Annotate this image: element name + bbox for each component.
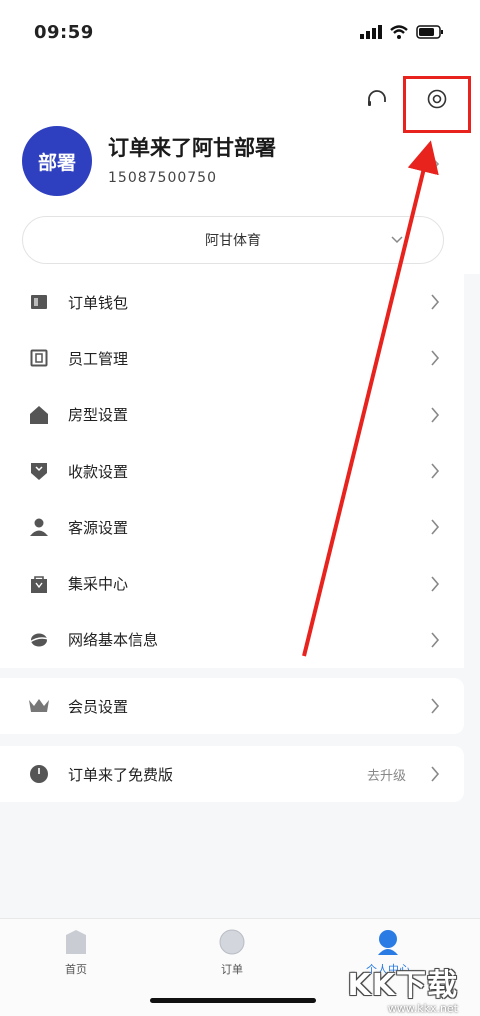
menu-item-member[interactable]: 会员设置 xyxy=(0,678,464,734)
watermark-logo: KK下载 xyxy=(347,968,458,1003)
version-card: 订单来了免费版 去升级 xyxy=(0,746,464,802)
chevron-right-icon xyxy=(431,350,440,366)
orders-icon xyxy=(219,929,245,955)
user-name: 订单来了阿甘部署 xyxy=(108,136,276,160)
annotation-highlight-box xyxy=(403,76,471,133)
bag-icon xyxy=(28,573,50,595)
clock-icon xyxy=(28,763,50,785)
chevron-right-icon xyxy=(431,407,440,423)
wallet-icon xyxy=(28,291,50,313)
chevron-right-icon xyxy=(431,576,440,592)
nav-home[interactable]: 首页 xyxy=(36,929,116,977)
chevron-right-icon xyxy=(431,294,440,310)
profile-icon xyxy=(378,930,398,955)
menu-label: 订单钱包 xyxy=(68,293,129,312)
chevron-right-icon xyxy=(431,698,440,714)
nav-orders[interactable]: 订单 xyxy=(192,929,272,977)
globe-icon xyxy=(28,629,50,651)
menu-label: 会员设置 xyxy=(68,697,129,716)
settings-menu: 订单钱包 员工管理 房型设置 收款设置 客源设置 集采中心 网络基本信息 xyxy=(0,274,464,668)
upgrade-link[interactable]: 去升级 xyxy=(367,765,406,784)
headset-icon xyxy=(368,90,386,106)
chevron-right-icon xyxy=(431,519,440,535)
screen: 09:59 部署 订单来了阿甘部署 15087500750 阿甘体育 订单钱包 … xyxy=(0,0,480,1016)
menu-item-room-type[interactable]: 房型设置 xyxy=(0,387,464,443)
customer-service-button[interactable] xyxy=(364,86,390,112)
home-icon xyxy=(66,930,86,954)
chevron-right-icon xyxy=(431,632,440,648)
menu-item-network-info[interactable]: 网络基本信息 xyxy=(0,612,464,668)
menu-label: 员工管理 xyxy=(68,349,129,368)
menu-label: 集采中心 xyxy=(68,575,129,594)
menu-item-customer[interactable]: 客源设置 xyxy=(0,499,464,555)
chevron-right-icon xyxy=(431,766,440,782)
profile-arrow[interactable] xyxy=(430,156,440,176)
house-icon xyxy=(28,404,50,426)
menu-item-version[interactable]: 订单来了免费版 去升级 xyxy=(0,746,464,802)
chevron-right-icon xyxy=(431,157,440,171)
status-bar: 09:59 xyxy=(0,0,480,64)
battery-icon xyxy=(416,25,443,39)
crown-icon xyxy=(28,695,50,717)
person-icon xyxy=(28,516,50,538)
user-phone: 15087500750 xyxy=(108,170,217,186)
home-indicator xyxy=(150,998,316,1003)
nav-label: 首页 xyxy=(65,963,87,976)
chevron-right-icon xyxy=(431,463,440,479)
staff-icon xyxy=(28,347,50,369)
menu-label: 客源设置 xyxy=(68,518,129,537)
signal-icon xyxy=(360,25,382,39)
avatar[interactable]: 部署 xyxy=(22,126,92,196)
menu-label: 订单来了免费版 xyxy=(68,765,174,784)
menu-item-payment[interactable]: 收款设置 xyxy=(0,443,464,499)
watermark: KK下载 www.kkx.net xyxy=(348,960,459,1015)
menu-label: 房型设置 xyxy=(68,406,129,425)
menu-label: 收款设置 xyxy=(68,462,129,481)
store-name: 阿甘体育 xyxy=(205,233,261,249)
store-selector[interactable]: 阿甘体育 xyxy=(22,216,444,264)
wifi-icon xyxy=(390,25,408,39)
status-icons xyxy=(360,25,444,39)
chevron-down-icon xyxy=(391,236,403,244)
menu-item-staff[interactable]: 员工管理 xyxy=(0,330,464,386)
menu-label: 网络基本信息 xyxy=(68,631,159,650)
payment-icon xyxy=(28,460,50,482)
menu-item-wallet[interactable]: 订单钱包 xyxy=(0,274,464,330)
status-time: 09:59 xyxy=(34,22,94,43)
member-settings-card: 会员设置 xyxy=(0,678,464,734)
menu-item-purchase[interactable]: 集采中心 xyxy=(0,555,464,611)
watermark-url: www.kkx.net xyxy=(387,1002,458,1015)
nav-label: 订单 xyxy=(221,963,243,976)
